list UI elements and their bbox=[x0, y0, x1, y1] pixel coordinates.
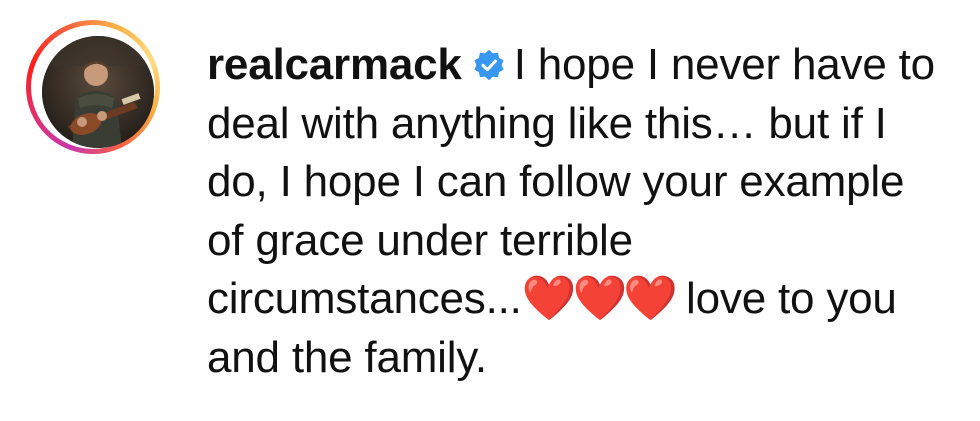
username-link[interactable]: realcarmack bbox=[207, 40, 462, 89]
avatar-photo bbox=[42, 36, 154, 148]
comment: realcarmack I hope I never have to deal w… bbox=[0, 0, 980, 421]
story-ring[interactable] bbox=[26, 20, 160, 154]
verified-badge-icon bbox=[472, 48, 506, 82]
avatar[interactable] bbox=[42, 36, 154, 148]
heart-emoji: ❤️❤️❤️ bbox=[521, 274, 678, 323]
comment-text-block: realcarmack I hope I never have to deal w… bbox=[207, 36, 952, 387]
avatar-gap bbox=[31, 25, 155, 149]
